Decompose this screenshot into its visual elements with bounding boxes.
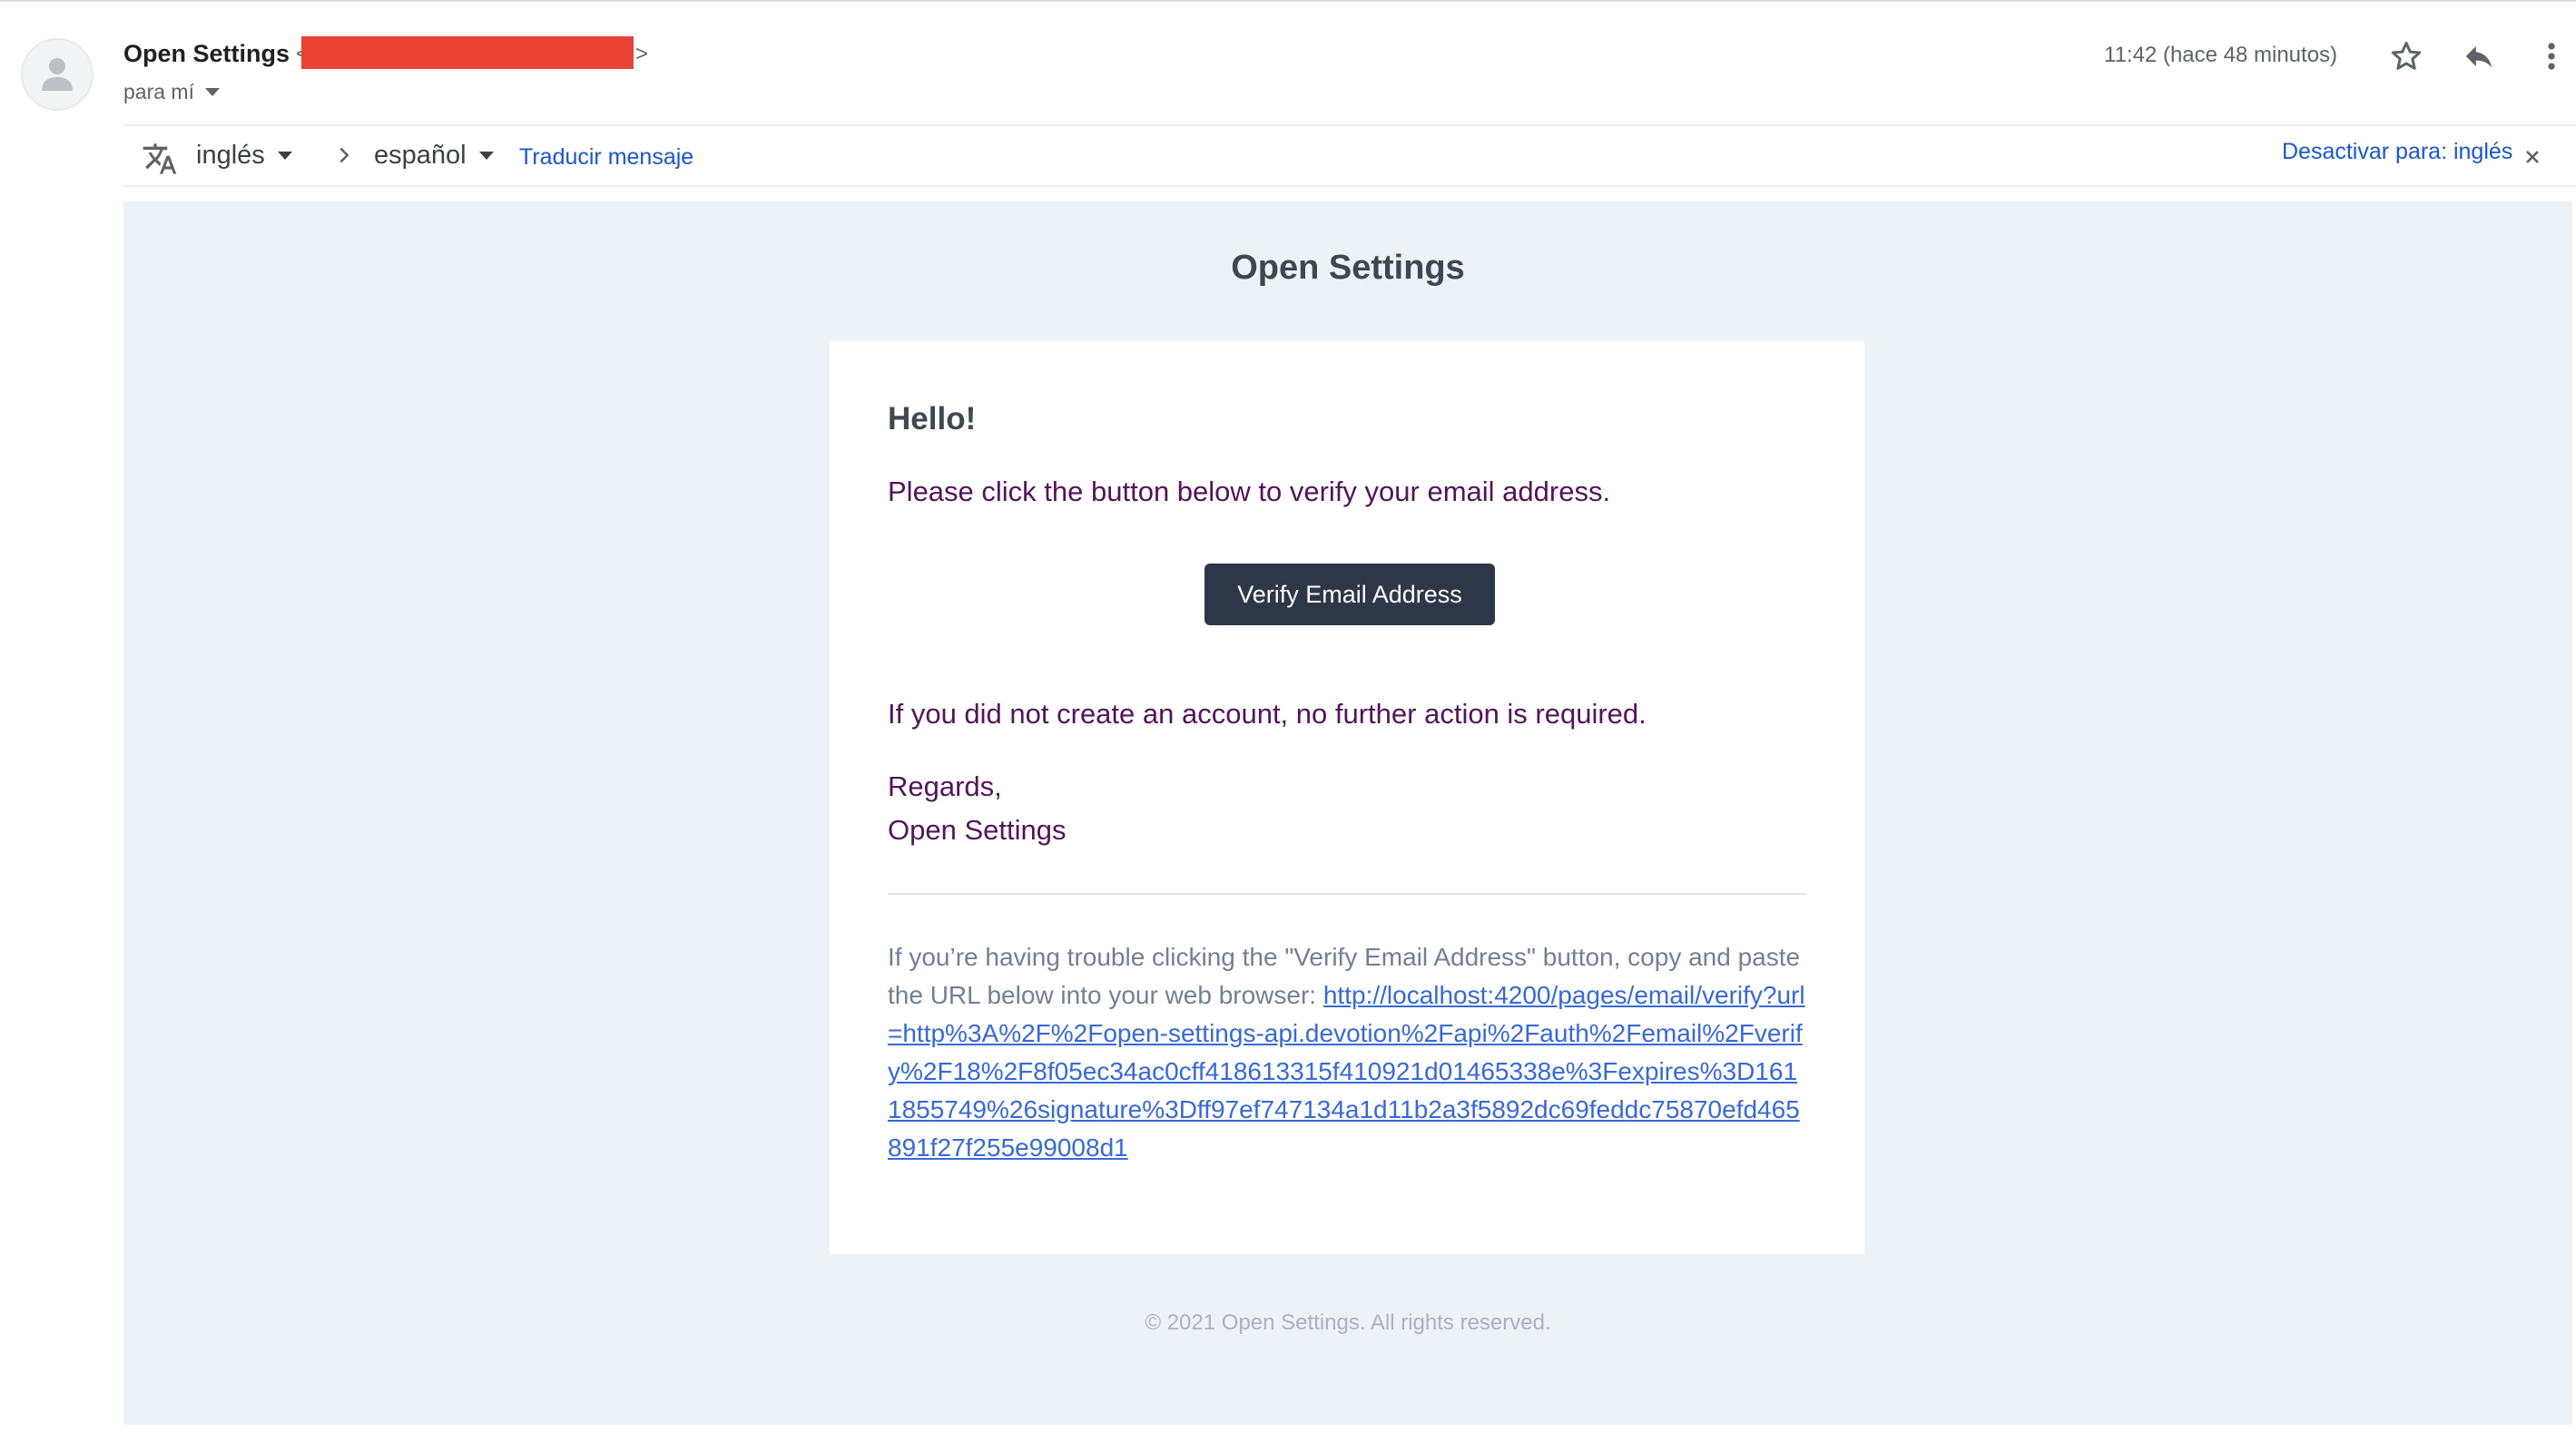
translate-icon: [143, 143, 177, 174]
email-subcopy: If you’re having trouble clicking the "V…: [888, 938, 1806, 1167]
translate-message-link[interactable]: Traducir mensaje: [519, 144, 693, 171]
caret-down-icon: [277, 152, 292, 160]
subcopy-divider: [888, 893, 1806, 895]
close-translate-bar-button[interactable]: [2522, 146, 2543, 172]
sender-email-close-bracket: >: [635, 42, 649, 66]
email-body: Open Settings Hello! Please click the bu…: [123, 201, 2572, 1425]
email-intro-text: Please click the button below to verify …: [888, 476, 1611, 507]
email-brand-title[interactable]: Open Settings: [123, 249, 2572, 288]
translate-bar: inglés español Traducir mensaje Desactiv…: [123, 126, 2576, 185]
sender-name[interactable]: Open Settings: [123, 40, 290, 68]
disable-translation-link[interactable]: Desactivar para: inglés: [2282, 139, 2512, 165]
message-timestamp: 11:42 (hace 48 minutos): [2104, 43, 2338, 67]
recipient-label: para mí: [123, 80, 194, 103]
email-salutation: Regards,: [888, 770, 1002, 802]
redacted-sender-email: [301, 36, 634, 69]
email-content-card: Hello! Please click the button below to …: [830, 341, 1864, 1254]
email-greeting: Hello!: [888, 401, 977, 436]
email-outro-text: If you did not create an account, no fur…: [888, 698, 1647, 730]
verify-email-button[interactable]: Verify Email Address: [1204, 564, 1495, 625]
reply-icon: [2465, 45, 2492, 68]
caret-down-icon: [478, 152, 494, 160]
email-footer: © 2021 Open Settings. All rights reserve…: [1145, 1310, 1551, 1335]
person-icon: [42, 58, 73, 91]
email-signature: Open Settings: [888, 814, 1067, 846]
more-vert-icon: [2548, 43, 2555, 70]
target-language-select[interactable]: español: [374, 141, 494, 171]
target-language-label: español: [374, 141, 467, 170]
star-icon: [2391, 41, 2422, 70]
translate-bar-divider: [123, 185, 2576, 187]
top-border: [0, 0, 2576, 2]
source-language-select[interactable]: inglés: [196, 141, 292, 171]
reply-button[interactable]: [2457, 34, 2501, 78]
caret-down-icon: [204, 88, 220, 96]
close-icon: [2526, 151, 2539, 163]
source-language-label: inglés: [196, 141, 265, 170]
translate-indicator: [142, 141, 178, 177]
sender-avatar[interactable]: [21, 38, 93, 111]
chevron-right-icon: [330, 137, 358, 173]
recipient-details-toggle[interactable]: para mí: [123, 80, 220, 104]
more-options-button[interactable]: [2530, 34, 2573, 78]
star-button[interactable]: [2384, 34, 2428, 78]
